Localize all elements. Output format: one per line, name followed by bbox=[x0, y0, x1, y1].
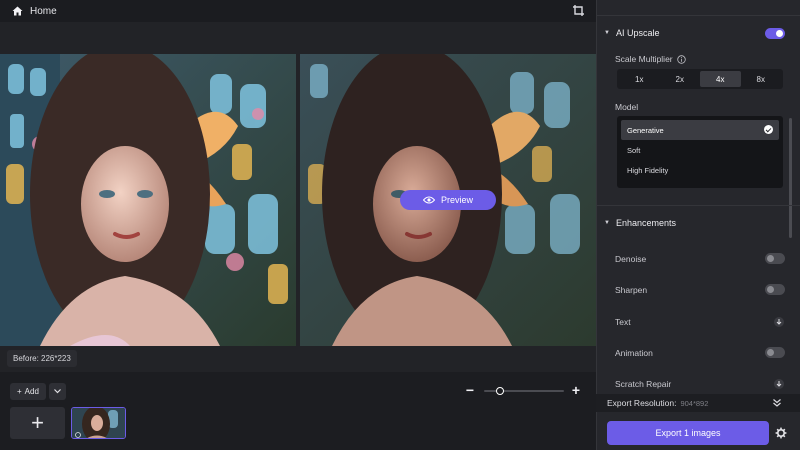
scale-option-2x[interactable]: 2x bbox=[660, 71, 701, 87]
home-icon bbox=[12, 6, 23, 16]
scale-multiplier-selector: 1x 2x 4x 8x bbox=[617, 69, 783, 89]
check-circle-icon bbox=[764, 125, 773, 134]
enhancements-title: Enhancements bbox=[615, 218, 676, 228]
ai-upscale-toggle[interactable] bbox=[765, 28, 785, 39]
add-label: Add bbox=[24, 387, 39, 396]
panel-scrollbar[interactable] bbox=[789, 118, 792, 238]
chevron-down-icon bbox=[53, 389, 61, 394]
app-window: Home Preview Before: 226*223 + Add − + +… bbox=[0, 0, 800, 450]
preview-label: Preview bbox=[440, 195, 473, 205]
preview-button[interactable]: Preview bbox=[400, 190, 496, 210]
scale-multiplier-label-row: Scale Multiplier bbox=[615, 54, 686, 64]
enhancement-label: Sharpen bbox=[615, 285, 648, 295]
enhancement-label: Animation bbox=[615, 348, 653, 358]
denoise-toggle[interactable] bbox=[765, 253, 785, 264]
add-image-tile[interactable]: + bbox=[10, 407, 65, 439]
top-bar: Home bbox=[0, 0, 596, 22]
model-option-high-fidelity[interactable]: High Fidelity bbox=[621, 160, 779, 180]
zoom-in-button[interactable]: + bbox=[570, 383, 582, 398]
before-size-badge: Before: 226*223 bbox=[7, 350, 77, 367]
export-resolution-label: Export Resolution: bbox=[607, 398, 677, 408]
info-icon[interactable] bbox=[676, 54, 686, 64]
enhancement-label: Text bbox=[615, 317, 631, 327]
enhancement-label: Denoise bbox=[615, 254, 647, 264]
caret-down-icon: ▼ bbox=[604, 30, 610, 36]
enhancement-row-scratch-repair: Scratch Repair bbox=[615, 377, 785, 391]
enhancement-row-text: Text bbox=[615, 315, 785, 329]
bottom-strip: + Add − + + bbox=[0, 372, 596, 450]
zoom-out-button[interactable]: − bbox=[464, 383, 476, 398]
plus-icon: + bbox=[17, 387, 22, 396]
scale-multiplier-label: Scale Multiplier bbox=[615, 54, 673, 64]
model-option-soft[interactable]: Soft bbox=[621, 140, 779, 160]
eye-icon bbox=[422, 196, 435, 204]
download-icon[interactable] bbox=[773, 378, 785, 390]
model-option-generative[interactable]: Generative bbox=[621, 120, 779, 140]
comparison-canvas: Preview Before: 226*223 bbox=[0, 22, 596, 372]
export-resolution-value: 904*892 bbox=[680, 398, 709, 408]
ai-upscale-title: AI Upscale bbox=[615, 28, 660, 38]
model-dropdown-list: Generative Soft High Fidelity bbox=[617, 116, 783, 188]
zoom-slider[interactable] bbox=[484, 387, 564, 395]
model-label: Model bbox=[615, 102, 639, 112]
scale-option-8x[interactable]: 8x bbox=[741, 71, 782, 87]
model-option-label: Generative bbox=[627, 125, 664, 135]
model-option-label: High Fidelity bbox=[627, 165, 669, 175]
enhancement-row-denoise: Denoise bbox=[615, 252, 785, 266]
enhancements-header[interactable]: ▼ Enhancements bbox=[604, 218, 676, 228]
scale-option-4x[interactable]: 4x bbox=[700, 71, 741, 87]
gear-icon[interactable] bbox=[775, 427, 787, 439]
model-option-label: Soft bbox=[627, 145, 641, 155]
image-thumbnail[interactable] bbox=[71, 407, 126, 439]
caret-down-icon: ▼ bbox=[604, 220, 610, 226]
original-image bbox=[0, 54, 296, 346]
add-button[interactable]: + Add bbox=[10, 383, 46, 400]
export-resolution-row: Export Resolution: 904*892 bbox=[596, 394, 800, 412]
animation-toggle[interactable] bbox=[765, 347, 785, 358]
panel-header-strip bbox=[597, 0, 800, 16]
scale-option-1x[interactable]: 1x bbox=[619, 71, 660, 87]
crop-icon[interactable] bbox=[572, 4, 586, 18]
enhancement-row-sharpen: Sharpen bbox=[615, 283, 785, 297]
zoom-slider-knob[interactable] bbox=[496, 387, 504, 395]
add-dropdown-button[interactable] bbox=[48, 383, 66, 400]
enhancement-row-animation: Animation bbox=[615, 346, 785, 360]
download-icon[interactable] bbox=[773, 316, 785, 328]
enhancement-label: Scratch Repair bbox=[615, 379, 672, 389]
section-divider bbox=[596, 205, 800, 206]
home-label: Home bbox=[30, 5, 57, 17]
add-group: + Add bbox=[10, 383, 66, 400]
double-chevron-down-icon[interactable] bbox=[772, 398, 782, 408]
export-button[interactable]: Export 1 images bbox=[607, 421, 769, 445]
home-button[interactable]: Home bbox=[12, 6, 57, 17]
zoom-control: − + bbox=[464, 383, 582, 398]
ai-upscale-header[interactable]: ▼ AI Upscale bbox=[604, 28, 659, 38]
sharpen-toggle[interactable] bbox=[765, 284, 785, 295]
